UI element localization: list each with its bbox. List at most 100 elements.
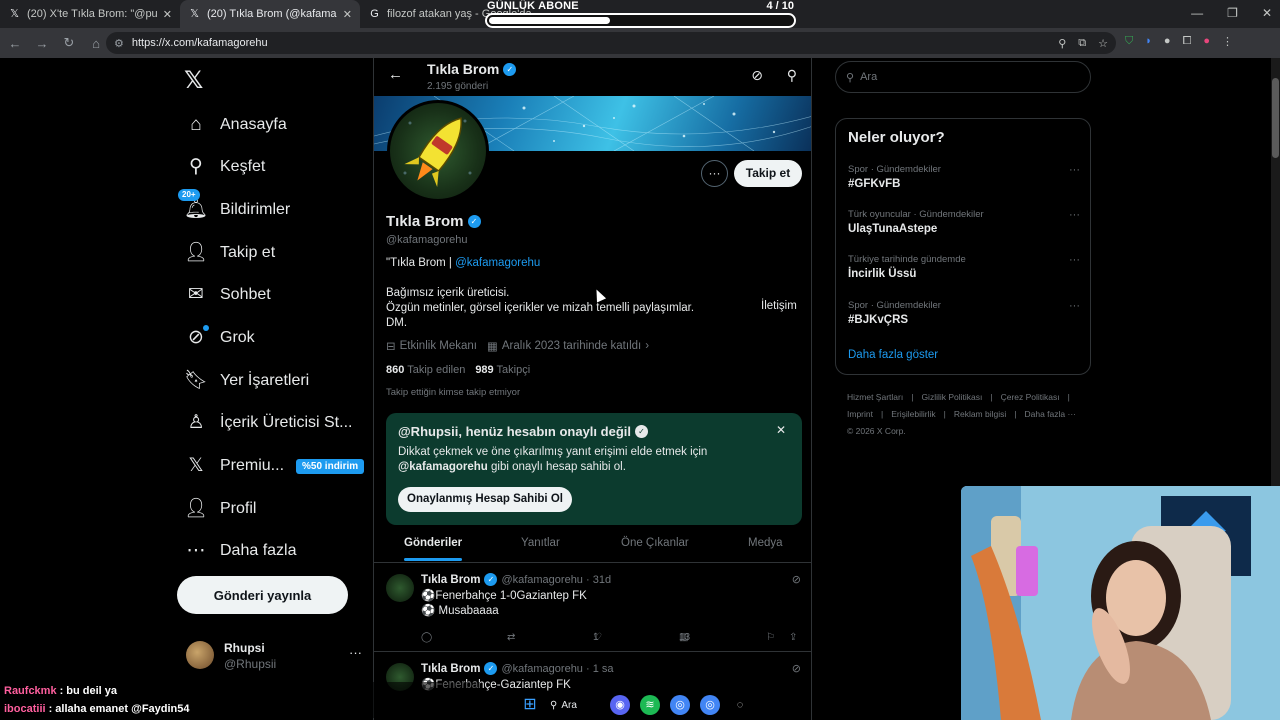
grok-icon[interactable]: ⊘ bbox=[792, 573, 801, 586]
more-icon[interactable]: ··· bbox=[1069, 300, 1080, 312]
sidebar-item-search[interactable]: ⚲ Keşfet bbox=[184, 150, 265, 184]
followers-link[interactable]: 989 Takipçi bbox=[475, 364, 530, 376]
star-icon[interactable]: ☆ bbox=[1098, 37, 1108, 50]
profile-avatar[interactable] bbox=[387, 100, 489, 202]
sidebar-item-home[interactable]: ⌂ Anasayfa bbox=[184, 108, 286, 142]
bookmark-icon[interactable]: ⚐ bbox=[766, 632, 775, 643]
browser-tab-1[interactable]: 𝕏 (20) X'te Tıkla Brom: "@pusholo ✕ bbox=[0, 0, 180, 28]
trend-item[interactable]: Türkiye tarihinde gündemde İncirlik Üssü… bbox=[848, 254, 1080, 294]
browser-tab-2[interactable]: 𝕏 (20) Tıkla Brom (@kafamagorehu ✕ bbox=[180, 0, 360, 28]
sidebar-item-label: Grok bbox=[220, 329, 255, 346]
puzzle-icon[interactable]: ⧠ bbox=[1183, 35, 1192, 48]
shield-icon[interactable]: ⛉ bbox=[1125, 35, 1133, 48]
extension-icon[interactable]: ● bbox=[1164, 35, 1171, 48]
tweet-avatar[interactable] bbox=[386, 574, 414, 602]
follow-button[interactable]: Takip et bbox=[734, 160, 802, 187]
close-icon[interactable]: ✕ bbox=[163, 8, 172, 21]
menu-icon[interactable]: ⋮ bbox=[1222, 35, 1233, 48]
tweet-line: ⚽ Musabaaaa bbox=[421, 605, 499, 617]
footer-link[interactable]: Imprint bbox=[847, 409, 873, 419]
back-arrow-icon[interactable]: ← bbox=[388, 66, 403, 83]
search-icon[interactable]: ⚲ bbox=[787, 67, 797, 84]
footer-link[interactable]: Çerez Politikası bbox=[1001, 392, 1060, 402]
search-input[interactable]: ⚲ Ara bbox=[835, 61, 1091, 93]
sidebar-item-grok[interactable]: ⊘ Grok bbox=[184, 321, 255, 355]
minimize-icon[interactable]: — bbox=[1191, 6, 1203, 20]
trend-item[interactable]: Spor · Gündemdekiler #GFKvFB ··· bbox=[848, 164, 1080, 204]
grok-icon[interactable]: ⊘ bbox=[792, 662, 801, 675]
footer-link[interactable]: Daha fazla ··· bbox=[1024, 409, 1076, 419]
sidebar-item-add-user[interactable]: 👤︎ Takip et bbox=[184, 236, 275, 270]
x-logo-icon[interactable]: 𝕏 bbox=[184, 66, 203, 95]
profile-name: Tıkla Brom ✓ bbox=[386, 213, 481, 230]
more-icon[interactable]: ··· bbox=[1069, 164, 1080, 176]
window-controls: — ❐ ✕ bbox=[1191, 6, 1272, 20]
home-icon[interactable]: ⌂ bbox=[84, 36, 108, 51]
tab-posts[interactable]: Gönderiler bbox=[404, 537, 463, 561]
profile-name-text: Tıkla Brom bbox=[386, 213, 464, 230]
bio-text: DM. bbox=[386, 317, 408, 329]
bookmark-icon: 🔖︎ bbox=[184, 370, 209, 391]
trend-item[interactable]: Spor · Gündemdekiler #BJKvÇRS ··· bbox=[848, 300, 1080, 340]
reload-icon[interactable]: ↻ bbox=[57, 35, 81, 51]
tweet[interactable]: Tıkla Brom ✓ @kafamagorehu · 31d ⊘ ⚽Fene… bbox=[374, 564, 811, 652]
site-info-icon[interactable]: ⚙ bbox=[114, 37, 124, 50]
get-verified-button[interactable]: Onaylanmış Hesap Sahibi Ol bbox=[398, 487, 572, 512]
chrome-icon[interactable]: ◎ bbox=[700, 695, 720, 715]
footer-link[interactable]: Reklam bilgisi bbox=[954, 409, 1006, 419]
trends-panel: Neler oluyor? Spor · Gündemdekiler #GFKv… bbox=[835, 118, 1091, 375]
sidebar-item-x-premium[interactable]: 𝕏 Premiu... %50 indirim bbox=[184, 449, 365, 483]
following-link[interactable]: 860 Takip edilen bbox=[386, 364, 465, 376]
tweet-author[interactable]: Tıkla Brom bbox=[421, 663, 480, 675]
sidebar-item-creator[interactable]: ♙ İçerik Üreticisi St... bbox=[184, 406, 352, 440]
sidebar-item-bookmark[interactable]: 🔖︎ Yer İşaretleri bbox=[184, 364, 309, 398]
sidebar-item-mail[interactable]: ✉ Sohbet bbox=[184, 278, 271, 312]
close-icon[interactable]: ✕ bbox=[343, 8, 352, 21]
taskbar-search[interactable]: ⚲ Ara bbox=[550, 700, 600, 711]
footer-link[interactable]: Erişilebilirlik bbox=[891, 409, 935, 419]
tweet-header: Tıkla Brom ✓ @kafamagorehu · 1 sa bbox=[421, 662, 614, 675]
forward-icon[interactable]: → bbox=[30, 36, 54, 51]
more-icon[interactable]: ··· bbox=[349, 645, 362, 660]
bio-mention-link[interactable]: @kafamagorehu bbox=[455, 257, 540, 269]
discord-icon[interactable]: ◉ bbox=[610, 695, 630, 715]
reply-icon[interactable]: ◯ bbox=[421, 632, 432, 643]
sidebar-item-more-circle[interactable]: ⋯ Daha fazla bbox=[184, 534, 297, 568]
close-icon[interactable]: ✕ bbox=[776, 423, 786, 437]
chrome-icon[interactable]: ◎ bbox=[670, 695, 690, 715]
back-icon[interactable]: ← bbox=[3, 36, 27, 51]
grok-icon[interactable]: ⊘ bbox=[751, 67, 763, 84]
address-bar[interactable]: ⚙ https://x.com/kafamagorehu ⚲ ⧉ ☆ bbox=[106, 32, 1116, 54]
sidebar-item-profile[interactable]: 👤︎ Profil bbox=[184, 492, 256, 526]
footer-link[interactable]: Hizmet Şartları bbox=[847, 392, 903, 402]
account-switcher[interactable]: Rhupsi @Rhupsii ··· bbox=[186, 639, 362, 673]
install-icon[interactable]: ⧉ bbox=[1078, 37, 1086, 50]
close-window-icon[interactable]: ✕ bbox=[1262, 6, 1272, 20]
avatar-icon[interactable]: ● bbox=[1203, 35, 1210, 48]
joined-item[interactable]: ▦ Aralık 2023 tarihinde katıldı › bbox=[487, 339, 649, 353]
sidebar-item-bell[interactable]: 🔔︎ 20+ Bildirimler bbox=[178, 189, 290, 227]
obs-icon[interactable]: ◌ bbox=[730, 695, 750, 715]
trend-context: Türkiye tarihinde gündemde bbox=[848, 254, 966, 265]
maximize-icon[interactable]: ❐ bbox=[1227, 6, 1238, 20]
tab-media[interactable]: Medya bbox=[748, 537, 783, 549]
extension-icon[interactable]: ◗ bbox=[1145, 35, 1152, 48]
more-icon[interactable]: ··· bbox=[1069, 254, 1080, 266]
more-options-button[interactable]: ··· bbox=[701, 160, 728, 187]
footer-link[interactable]: Gizlilik Politikası bbox=[921, 392, 982, 402]
more-icon[interactable]: ··· bbox=[1069, 209, 1080, 221]
tab-highlights[interactable]: Öne Çıkanlar bbox=[621, 537, 689, 549]
post-button[interactable]: Gönderi yayınla bbox=[177, 576, 348, 614]
zoom-icon[interactable]: ⚲ bbox=[1058, 37, 1066, 50]
share-icon[interactable]: ⇪ bbox=[789, 632, 797, 643]
trend-item[interactable]: Türk oyuncular · Gündemdekiler UlaşTunaA… bbox=[848, 209, 1080, 249]
windows-start-icon[interactable]: ⊞ bbox=[520, 695, 540, 715]
retweet-icon[interactable]: ⇄ bbox=[507, 632, 515, 643]
sidebar-item-label: İçerik Üreticisi St... bbox=[220, 414, 353, 431]
spotify-icon[interactable]: ≋ bbox=[640, 695, 660, 715]
show-more-link[interactable]: Daha fazla göster bbox=[848, 349, 938, 361]
scrollbar-thumb[interactable] bbox=[1272, 78, 1279, 158]
tweet-author[interactable]: Tıkla Brom bbox=[421, 574, 480, 586]
tab-replies[interactable]: Yanıtlar bbox=[521, 537, 560, 549]
footer-link[interactable]: © 2026 X Corp. bbox=[847, 426, 906, 436]
